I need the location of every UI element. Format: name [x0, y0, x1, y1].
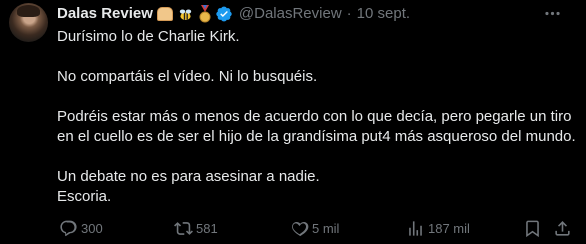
more-dots-icon	[544, 11, 560, 15]
tweet-date[interactable]: 10 sept.	[357, 4, 410, 24]
action-bar: 300 581 5 mil 187 mil	[57, 217, 577, 239]
verified-badge-icon	[216, 6, 232, 22]
tweet-line: Durísimo lo de Charlie Kirk.	[57, 28, 240, 45]
heart-icon	[292, 221, 309, 236]
reply-icon	[60, 220, 77, 236]
views-button[interactable]: 187 mil	[406, 217, 470, 239]
bookmark-icon	[526, 220, 539, 237]
bookmark-button[interactable]	[523, 217, 542, 239]
reply-count: 300	[81, 220, 103, 236]
views-chart-icon	[409, 220, 422, 236]
separator-dot: ·	[346, 5, 352, 22]
share-button[interactable]	[553, 217, 572, 239]
tweet-header: Dalas Review @DalasReview · 10 sept.	[57, 4, 410, 24]
repost-count: 581	[196, 220, 218, 236]
tweet-line: en el cuello es de ser el hijo de la gra…	[57, 128, 576, 145]
bread-emoji-icon	[156, 7, 173, 21]
avatar[interactable]	[9, 3, 48, 42]
tweet-line: No compartáis el vídeo. Ni lo busquéis.	[57, 68, 318, 85]
author-name[interactable]: Dalas Review	[57, 4, 153, 24]
tweet-line: Podréis estar más o menos de acuerdo con…	[57, 108, 572, 125]
tweet-text: Durísimo lo de Charlie Kirk. No compartá…	[57, 27, 577, 207]
repost-icon	[174, 221, 193, 235]
repost-button[interactable]: 581	[174, 217, 218, 239]
reply-button[interactable]: 300	[59, 217, 103, 239]
like-count: 5 mil	[312, 220, 340, 236]
author-handle[interactable]: @DalasReview	[239, 4, 342, 24]
tweet-line: Un debate no es para asesinar a nadie.	[57, 168, 320, 185]
like-button[interactable]: 5 mil	[290, 217, 339, 239]
more-options-button[interactable]	[540, 3, 564, 23]
tweet-line: Escoria.	[57, 188, 112, 205]
bee-emoji-icon	[179, 8, 192, 20]
share-icon	[555, 220, 570, 236]
views-count: 187 mil	[428, 220, 470, 236]
medal-emoji-icon	[199, 5, 211, 23]
